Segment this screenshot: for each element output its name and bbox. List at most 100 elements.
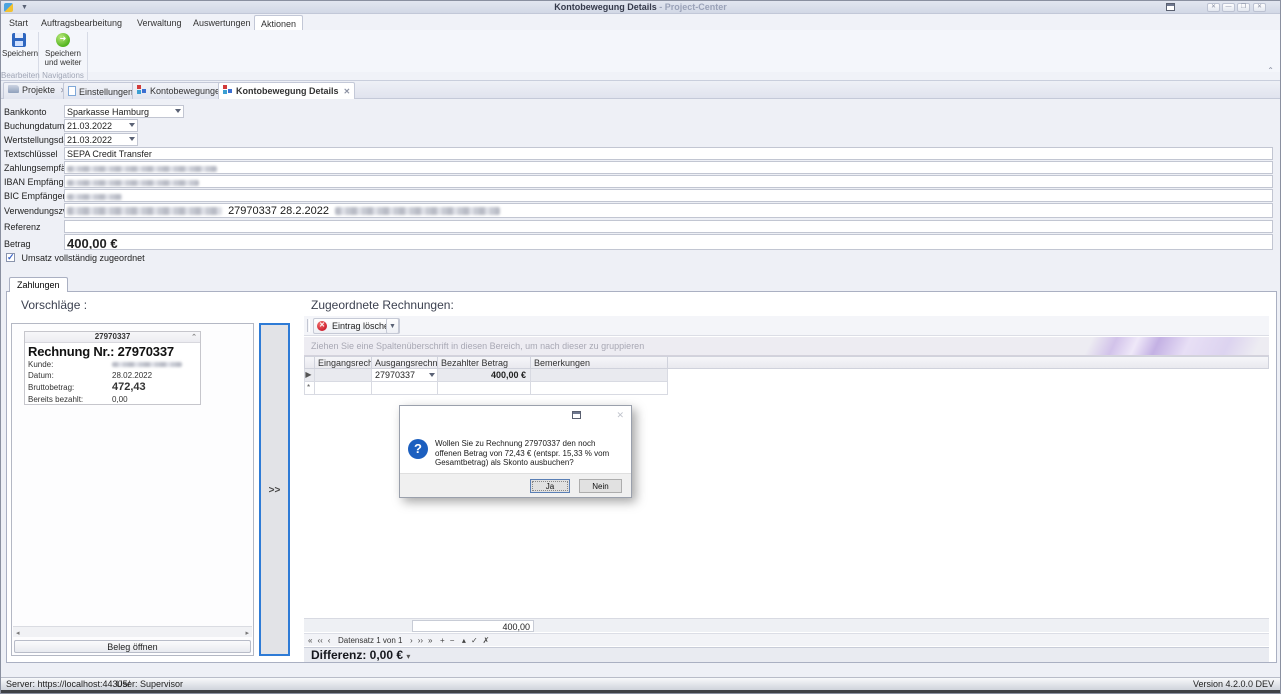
- bruttobetrag-value: 472,43: [112, 381, 146, 394]
- nav-next-icon[interactable]: ›: [410, 636, 413, 645]
- toolbar-grip: [307, 319, 310, 332]
- suggestion-card[interactable]: 27970337 ⌃ Rechnung Nr.: 27970337 Kunde:…: [24, 331, 201, 405]
- dialog-close-icon[interactable]: ✕: [616, 410, 624, 421]
- nav-prev-icon[interactable]: ‹: [328, 636, 331, 645]
- column-header-filler: [668, 356, 1269, 369]
- window-pin-button[interactable]: ✕: [1207, 3, 1220, 12]
- scroll-left-icon[interactable]: ◂: [16, 629, 20, 637]
- buchungsdatum-value: 21.03.2022: [67, 121, 112, 131]
- hierarchy-icon: [137, 85, 147, 94]
- assign-button[interactable]: >>: [259, 323, 290, 656]
- tab-kontobewegung-details[interactable]: Kontobewegung Details✕: [218, 82, 355, 99]
- column-header-bemerkungen[interactable]: Bemerkungen: [531, 356, 668, 369]
- nav-first-icon[interactable]: «: [308, 636, 312, 645]
- nav-edit-icon[interactable]: ▴: [462, 636, 466, 645]
- horizontal-scrollbar[interactable]: ◂ ▸: [13, 626, 252, 637]
- ribbon-tab-strip: Start Auftragsbearbeitung Verwaltung Aus…: [1, 14, 1280, 30]
- scroll-right-icon[interactable]: ▸: [245, 629, 249, 637]
- ribbon-collapse-icon[interactable]: ⌃: [1267, 66, 1274, 75]
- bankkonto-combo[interactable]: Sparkasse Hamburg: [64, 105, 184, 118]
- iban-field[interactable]: [64, 175, 1273, 188]
- document-icon: [68, 86, 76, 96]
- ribbon-tab-auswertungen[interactable]: Auswertungen: [187, 15, 257, 30]
- umsatz-checkbox[interactable]: Umsatz vollständig zugeordnet: [6, 252, 145, 263]
- record-position-text: Datensatz 1 von 1: [338, 636, 402, 645]
- form-style-icon[interactable]: [1166, 3, 1175, 11]
- datum-label: Datum:: [28, 371, 54, 380]
- new-row-cell[interactable]: [438, 382, 531, 395]
- nav-last-icon[interactable]: »: [428, 636, 432, 645]
- redacted-text: [67, 166, 217, 172]
- save-icon: [12, 33, 26, 47]
- ribbon-tab-auftragsbearbeitung[interactable]: Auftragsbearbeitung: [35, 15, 128, 30]
- column-header-eingangsrechnung[interactable]: Eingangsrechnung: [315, 356, 372, 369]
- tab-kontobewegungen-label: Kontobewegungen: [150, 86, 225, 96]
- ribbon-group-separator: [87, 32, 88, 86]
- row-indicator-header: [304, 356, 315, 369]
- save-button[interactable]: Speichern: [2, 31, 36, 71]
- bruttobetrag-row: Bruttobetrag: 472,43: [25, 381, 200, 394]
- cell-bezahlter-betrag[interactable]: 400,00 €: [438, 369, 531, 382]
- referenz-label: Referenz: [4, 222, 41, 232]
- textschluessel-field[interactable]: SEPA Credit Transfer: [64, 147, 1273, 160]
- nav-append-icon[interactable]: +: [440, 636, 445, 645]
- nav-delete-icon[interactable]: −: [450, 636, 455, 645]
- row-indicator-new: *: [304, 382, 315, 395]
- ausgangsrechnung-value: 27970337: [375, 370, 415, 380]
- nav-prev-page-icon[interactable]: ‹‹: [317, 636, 322, 645]
- bereits-bezahlt-value: 0,00: [112, 394, 128, 405]
- suggestion-card-number: 27970337: [95, 332, 131, 341]
- new-row-cell[interactable]: [315, 382, 372, 395]
- column-header-ausgangsrechnung[interactable]: Ausgangsrechnung: [372, 356, 438, 369]
- new-row-cell[interactable]: [372, 382, 438, 395]
- betrag-value: 400,00 €: [67, 236, 118, 250]
- dialog-footer: Ja Nein: [400, 473, 631, 497]
- restore-button[interactable]: ❐: [1237, 3, 1250, 12]
- version-status: Version 4.2.0.0 DEV: [1193, 679, 1274, 689]
- ribbon-tab-verwaltung[interactable]: Verwaltung: [131, 15, 188, 30]
- referenz-field[interactable]: [64, 220, 1273, 233]
- tab-close-icon[interactable]: ✕: [344, 87, 351, 96]
- bereits-bezahlt-label: Bereits bezahlt:: [28, 395, 83, 404]
- green-arrow-icon: [56, 33, 70, 47]
- bic-field[interactable]: [64, 189, 1273, 202]
- new-row-cell[interactable]: [531, 382, 668, 395]
- collapse-icon[interactable]: ⌃: [191, 333, 197, 341]
- datum-value: 28.02.2022: [112, 370, 152, 381]
- cell-bemerkungen[interactable]: [531, 369, 668, 382]
- minimize-button[interactable]: —: [1222, 3, 1235, 12]
- bankkonto-value: Sparkasse Hamburg: [67, 107, 149, 117]
- nein-button[interactable]: Nein: [579, 479, 622, 493]
- betrag-label: Betrag: [4, 239, 31, 249]
- kunde-row: Kunde:: [25, 359, 200, 370]
- cell-eingangsrechnung[interactable]: [315, 369, 372, 382]
- nav-commit-icon[interactable]: ✓: [471, 636, 478, 645]
- ja-button[interactable]: Ja: [530, 479, 570, 493]
- close-button[interactable]: ✕: [1253, 3, 1266, 12]
- buchungsdatum-picker[interactable]: 21.03.2022: [64, 119, 138, 132]
- zahlungsempfaenger-field[interactable]: [64, 161, 1273, 174]
- group-by-panel[interactable]: Ziehen Sie eine Spaltenüberschrift in di…: [304, 337, 1269, 356]
- save-next-label-1: Speichern: [41, 50, 85, 58]
- column-header-bezahlter-betrag[interactable]: Bezahlter Betrag: [438, 356, 531, 369]
- ribbon-tab-start[interactable]: Start: [3, 15, 34, 30]
- wertstellungsdatum-picker[interactable]: 21.03.2022: [64, 133, 138, 146]
- nav-cancel-icon[interactable]: ✗: [483, 636, 490, 645]
- differenz-value: Differenz: 0,00 €: [311, 648, 403, 662]
- zugeordnete-rechnungen-heading: Zugeordnete Rechnungen:: [311, 298, 454, 312]
- cell-ausgangsrechnung-combo[interactable]: 27970337: [372, 369, 438, 382]
- tab-zahlungen[interactable]: Zahlungen: [9, 277, 68, 292]
- verwendungszweck-visible-text: 27970337 28.2.2022: [228, 205, 329, 217]
- ribbon-tab-aktionen[interactable]: Aktionen: [254, 15, 303, 30]
- nav-next-page-icon[interactable]: ››: [418, 636, 423, 645]
- dialog-title-bar[interactable]: ✕: [400, 406, 631, 424]
- differenz-dropdown-icon[interactable]: ▾: [406, 652, 410, 661]
- save-and-next-button[interactable]: Speichern und weiter: [41, 31, 85, 71]
- suggestion-card-header[interactable]: 27970337 ⌃: [25, 332, 200, 343]
- tab-projekte[interactable]: Projekte✕: [3, 82, 72, 99]
- verwendungszweck-field[interactable]: 27970337 28.2.2022: [64, 203, 1273, 218]
- chevron-down-icon: [129, 137, 135, 141]
- beleg-oeffnen-button[interactable]: Beleg öffnen: [14, 640, 251, 653]
- betrag-field[interactable]: 400,00 €: [64, 234, 1273, 250]
- delete-dropdown-button[interactable]: ▼: [386, 318, 399, 334]
